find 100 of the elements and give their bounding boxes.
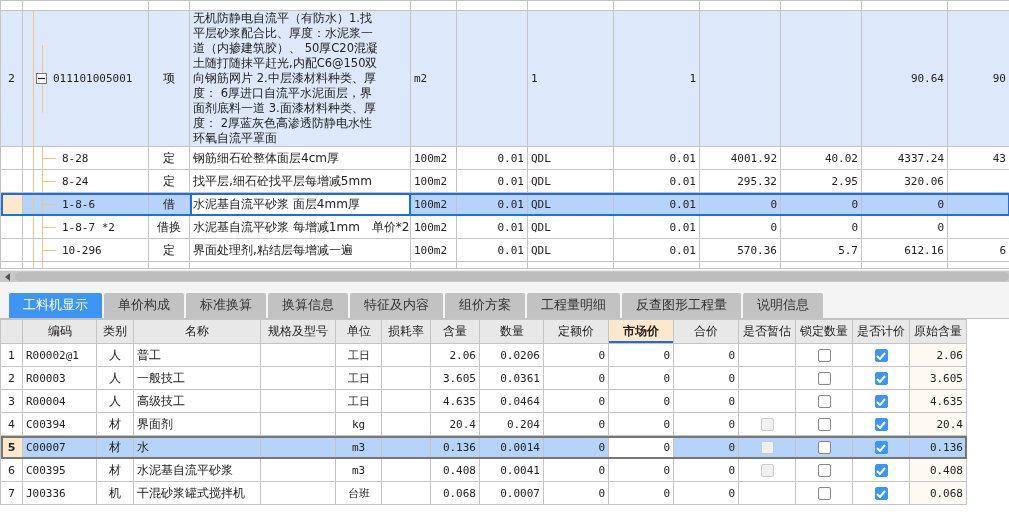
column-header[interactable]: 单位 [335,319,382,344]
item-unit: 100m2 [414,220,448,234]
tab[interactable]: 说明信息 [743,293,823,318]
table-cell: 0 [598,486,605,500]
item-name: 水泥基自流平砂浆 面层4mm厚 [193,196,360,211]
table-cell: 295.32 [737,174,777,188]
checkbox[interactable] [817,372,831,385]
checkbox[interactable] [874,441,888,454]
column-header[interactable]: 市场价 [608,319,674,344]
table-cell: 0.01 [669,220,696,234]
column-header[interactable]: 损耗率 [381,319,431,344]
item-name: 无机防静电自流平（有防水）1.找平层砂浆配合比、厚度：水泥浆一道（内掺建筑胶）、 50厚C20混凝土随打随抹平赶光,内配C6@150双向钢筋网片 2.中层漆材料种类、厚度： 6厚进口自流平水泥面层，界面剂底料一道 3.面漆材料种类、厚度： 2厚蓝灰色高渗透防静电水性环氧自流平罩面 [193,11,378,146]
tab[interactable]: 特征及内容 [350,293,443,318]
column-header[interactable]: 数量 [479,319,544,344]
table-cell: 界面剂 [137,416,173,431]
table-cell: 0.0464 [500,394,540,408]
checkbox[interactable] [817,464,831,477]
item-unit: m2 [414,72,428,85]
table-cell: 0 [663,440,670,454]
table-cell: 4.635 [929,394,963,408]
scrollbar-thumb[interactable] [15,272,1009,281]
checkbox[interactable] [817,441,831,454]
table-cell: C00007 [26,440,66,454]
column-header[interactable]: 是否暂估 [738,319,796,344]
item-unit: 100m2 [414,151,448,165]
item-code: 10-296 [62,243,102,257]
table-cell: 0 [598,417,605,431]
column-header[interactable]: 合价 [673,319,739,344]
table-cell: 材 [109,416,121,431]
tab[interactable]: 标准换算 [186,293,266,318]
checkbox[interactable] [817,487,831,500]
row-number: 5 [7,440,16,454]
checkbox[interactable] [874,487,888,500]
table-cell: R00002@1 [26,348,79,362]
column-header[interactable]: 含量 [430,319,480,344]
table-cell: 0.01 [497,243,524,257]
table-cell: 0 [728,417,735,431]
table-cell: 1 [689,72,696,85]
table-cell: 0 [598,371,605,385]
item-type: 项 [163,71,175,85]
tab[interactable]: 组价方案 [445,293,525,318]
item-unit: 100m2 [414,197,448,211]
tab[interactable]: 单价构成 [104,293,184,318]
tab[interactable]: 工程量明细 [527,293,620,318]
tab[interactable]: 换算信息 [268,293,348,318]
table-cell: C00394 [26,417,66,431]
table-cell: 0 [663,371,670,385]
table-cell: 0.01 [669,174,696,188]
column-header[interactable]: 规格及型号 [260,319,336,344]
row-number: 4 [8,417,15,431]
horizontal-scrollbar[interactable] [0,270,1009,282]
checkbox[interactable] [874,418,888,431]
checkbox[interactable] [817,418,831,431]
table-cell: QDL [531,197,551,211]
column-header[interactable]: 原始含量 [909,319,967,344]
table-cell: 人 [109,370,121,385]
table-cell: 一般技工 [137,370,185,385]
table-cell: 0 [728,486,735,500]
collapse-icon[interactable] [36,73,47,84]
table-cell: 0.01 [497,174,524,188]
table-cell: 0 [770,220,777,234]
column-header[interactable]: 是否计价 [852,319,910,344]
column-header[interactable]: 名称 [133,319,261,344]
table-cell: 6 [999,243,1006,257]
table-cell: 0 [851,220,858,234]
table-cell: 普工 [137,347,161,362]
item-type: 借换 [157,219,181,234]
table-cell: 干混砂浆罐式搅拌机 [137,485,245,500]
column-header[interactable]: 定额价 [543,319,609,344]
table-cell: QDL [531,243,551,257]
column-header[interactable]: 编码 [22,319,97,344]
column-header[interactable]: 锁定数量 [795,319,853,344]
item-name: 钢筋细石砼整体面层4cm厚 [193,150,339,165]
table-cell: 0 [851,197,858,211]
checkbox[interactable] [817,395,831,408]
scroll-left-icon[interactable] [5,272,10,281]
checkbox[interactable] [874,372,888,385]
table-cell: 材 [109,462,121,477]
table-cell: 工日 [347,394,370,408]
table-cell: 0 [728,348,735,362]
checkbox[interactable] [874,349,888,362]
table-cell: 0.01 [497,197,524,211]
checkbox[interactable] [874,395,888,408]
table-cell: m3 [351,463,366,477]
tab[interactable]: 反查图形工程量 [622,293,741,318]
checkbox[interactable] [817,349,831,362]
table-cell: 4.635 [442,394,476,408]
table-cell: 水 [137,439,149,454]
table-cell: 0 [937,197,944,211]
table-cell: 0.0206 [500,348,540,362]
column-header[interactable]: 类别 [96,319,134,344]
table-cell: 0.136 [442,440,476,454]
table-cell: 0 [598,348,605,362]
table-cell: 4337.24 [897,151,944,165]
item-type: 定 [163,150,175,165]
table-cell: 5.7 [838,243,858,257]
table-cell: 水泥基自流平砂浆 [137,462,233,477]
table-cell: 0.0361 [500,371,540,385]
table-cell: 0.01 [669,151,696,165]
checkbox[interactable] [874,464,888,477]
